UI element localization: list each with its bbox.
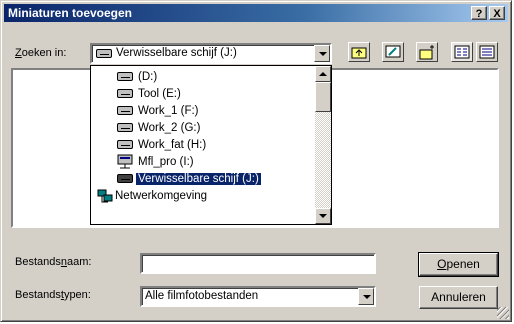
open-button-label: penen <box>446 257 480 271</box>
drive-icon <box>117 89 133 98</box>
removable-drive-icon <box>96 49 112 58</box>
up-folder-button[interactable] <box>348 42 370 62</box>
filetype-label: Bestandstypen: <box>15 289 91 301</box>
list-item-label: Verwisselbare schijf (J:) <box>135 172 262 186</box>
scroll-thumb[interactable] <box>315 82 331 112</box>
look-in-value: Verwisselbare schijf (J:) <box>116 47 237 59</box>
network-drive-icon <box>117 154 133 169</box>
desktop-icon <box>385 45 401 58</box>
dialog-title: Miniaturen toevoegen <box>8 6 133 20</box>
dropdown-scrollbar[interactable] <box>315 66 331 224</box>
list-item-label: Work_2 (G:) <box>138 122 201 134</box>
drive-icon <box>117 72 133 81</box>
filename-input[interactable] <box>140 253 376 274</box>
details-view-icon <box>479 45 495 59</box>
list-item[interactable]: Work_1 (F:) <box>91 103 311 120</box>
look-in-label: Zoeken in: <box>15 47 66 59</box>
look-in-label-text: oeken in: <box>21 47 67 59</box>
desktop-button[interactable] <box>382 42 404 62</box>
list-item-selected[interactable]: Verwisselbare schijf (J:) <box>91 171 311 188</box>
look-in-label-accel: Z <box>15 47 22 59</box>
list-item-label: Netwerkomgeving <box>115 190 208 202</box>
look-in-combo[interactable]: Verwisselbare schijf (J:) <box>90 43 332 64</box>
list-item-label: Tool (E:) <box>138 88 181 100</box>
filetype-label-a: Bestands <box>15 289 61 301</box>
drive-icon <box>117 106 133 115</box>
drive-icon <box>117 123 133 132</box>
new-folder-button[interactable] <box>416 42 438 62</box>
open-button[interactable]: Openen <box>418 252 499 277</box>
filetype-label-b: ypen: <box>63 289 91 301</box>
close-button[interactable]: X <box>489 6 505 20</box>
list-item-label: (D:) <box>138 71 158 83</box>
filename-label: Bestandsnaam: <box>15 256 91 268</box>
list-item-label: Work_fat (H:) <box>138 139 207 151</box>
list-item-label: Work_1 (F:) <box>138 105 199 117</box>
drive-icon <box>117 140 133 149</box>
filetype-select[interactable]: Alle filmfotobestanden <box>140 286 376 307</box>
removable-drive-icon <box>117 174 133 183</box>
list-item[interactable]: Work_fat (H:) <box>91 137 311 154</box>
filetype-value: Alle filmfotobestanden <box>145 290 259 302</box>
title-bar[interactable]: Miniaturen toevoegen ? X <box>4 4 508 22</box>
network-neighborhood-icon <box>97 189 113 203</box>
dialog-window: Miniaturen toevoegen ? X Zoeken in: Verw… <box>0 0 512 322</box>
filetype-dropdown-button[interactable] <box>358 288 374 305</box>
up-folder-icon <box>351 47 367 59</box>
list-item[interactable]: (D:) <box>91 69 311 86</box>
new-folder-icon <box>419 45 434 60</box>
list-view-button[interactable] <box>451 42 473 62</box>
list-item-label: Mfl_pro (I:) <box>138 156 194 168</box>
filename-label-b: aam: <box>67 256 92 268</box>
details-view-button[interactable] <box>476 42 498 62</box>
help-button[interactable]: ? <box>471 6 487 20</box>
list-item[interactable]: Work_2 (G:) <box>91 120 311 137</box>
look-in-dropdown-button[interactable] <box>314 45 330 62</box>
list-view-icon <box>454 45 470 59</box>
filename-label-a: Bestands <box>15 256 61 268</box>
scroll-track[interactable] <box>315 112 331 208</box>
list-item[interactable]: Netwerkomgeving <box>91 188 311 205</box>
resize-grip[interactable] <box>497 307 509 319</box>
scroll-up-button[interactable] <box>315 66 331 82</box>
list-item[interactable]: Mfl_pro (I:) <box>91 154 311 171</box>
scroll-down-button[interactable] <box>315 208 331 224</box>
list-item[interactable]: Tool (E:) <box>91 86 311 103</box>
cancel-button[interactable]: Annuleren <box>419 286 498 309</box>
look-in-dropdown-list[interactable]: (D:) Tool (E:) Work_1 (F:) Work_2 (G:) W… <box>90 65 332 225</box>
